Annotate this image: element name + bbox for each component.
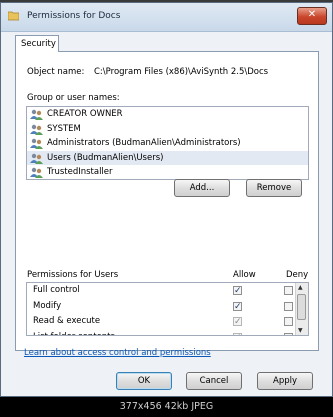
allow-checkbox[interactable] <box>233 284 242 299</box>
users-icon <box>30 167 43 178</box>
tab-security[interactable]: Security <box>15 35 59 52</box>
allow-checkbox[interactable] <box>233 300 242 315</box>
permission-row: Read & execute <box>27 314 308 330</box>
scroll-up-icon[interactable]: ▲ <box>298 284 303 291</box>
group-names-label: Group or user names: <box>27 93 120 103</box>
user-list-item-label: SYSTEM <box>47 123 81 134</box>
user-list-item[interactable]: Administrators (BudmanAlien\Administrato… <box>27 136 308 151</box>
scroll-down-icon[interactable]: ▼ <box>298 327 303 334</box>
apply-button[interactable]: Apply <box>257 372 313 390</box>
deny-header: Deny <box>286 270 309 280</box>
object-name-label: Object name: <box>27 67 85 77</box>
ok-button[interactable]: OK <box>116 372 172 390</box>
user-list-item-label: Users (BudmanAlien\Users) <box>47 152 164 163</box>
image-caption: 377x456 42kb JPEG <box>0 397 333 417</box>
user-list[interactable]: CREATOR OWNER SYSTEM Administrators (Budma… <box>26 106 309 180</box>
allow-checkbox[interactable] <box>233 315 242 330</box>
permission-name: Full control <box>33 285 80 295</box>
tab-security-label: Security <box>21 39 56 49</box>
users-icon <box>30 138 43 149</box>
close-button[interactable]: ✕ <box>297 7 327 25</box>
add-button[interactable]: Add... <box>174 179 230 197</box>
permissions-list: Full control Modify Read & execute List fol… <box>26 282 309 336</box>
deny-checkbox[interactable] <box>284 317 293 326</box>
scroll-thumb[interactable] <box>297 294 306 320</box>
user-list-item[interactable]: Users (BudmanAlien\Users) <box>27 150 308 165</box>
permission-name: List folder contents <box>33 330 115 336</box>
allow-header: Allow <box>233 270 256 280</box>
users-icon <box>30 153 43 164</box>
permission-row: Full control <box>27 283 308 299</box>
object-name-value: C:\Program Files (x86)\AviSynth 2.5\Docs <box>94 67 269 77</box>
permission-name: Modify <box>33 300 62 311</box>
security-panel: Object name: C:\Program Files (x86)\AviS… <box>15 51 319 351</box>
deny-checkbox[interactable] <box>284 332 293 335</box>
remove-button[interactable]: Remove <box>246 179 302 197</box>
user-list-item-label: Administrators (BudmanAlien\Administrato… <box>47 138 241 148</box>
allow-checkbox[interactable] <box>233 331 242 335</box>
permission-row: Modify <box>27 299 308 315</box>
users-icon <box>30 124 43 135</box>
window-title: Permissions for Docs <box>27 11 121 21</box>
permissions-scrollbar[interactable]: ▲ ▼ <box>295 283 308 335</box>
user-list-item[interactable]: CREATOR OWNER <box>27 107 308 122</box>
permission-name: Read & execute <box>33 316 101 326</box>
deny-checkbox[interactable] <box>284 286 293 295</box>
permission-row: List folder contents <box>27 330 308 336</box>
learn-link[interactable]: Learn about access control and permissio… <box>24 348 211 358</box>
folder-icon <box>8 11 19 21</box>
user-list-item-label: TrustedInstaller <box>47 167 113 177</box>
deny-checkbox[interactable] <box>284 301 293 311</box>
cancel-button[interactable]: Cancel <box>186 372 242 390</box>
permissions-label: Permissions for Users <box>27 270 119 280</box>
users-icon <box>30 109 43 120</box>
user-list-item[interactable]: SYSTEM <box>27 122 308 137</box>
user-list-item-label: CREATOR OWNER <box>47 109 123 119</box>
close-icon: ✕ <box>307 9 317 20</box>
user-list-item[interactable]: TrustedInstaller <box>27 165 308 180</box>
title-bar[interactable]: Permissions for Docs ✕ <box>1 3 332 32</box>
